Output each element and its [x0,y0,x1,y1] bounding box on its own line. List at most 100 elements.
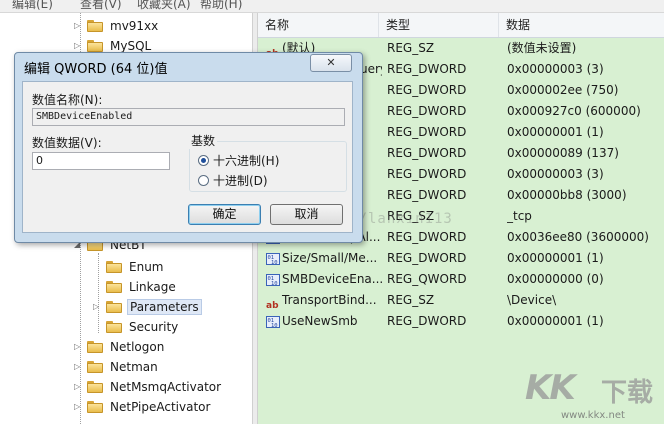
value-name-text: TransportBind... [282,293,377,307]
value-type-cell: REG_DWORD [387,251,467,265]
value-data-cell: 0x00000003 (3) [507,167,604,181]
value-data-cell: 0x000002ee (750) [507,83,619,97]
radio-dec-label: 十进制(D) [213,174,268,188]
radio-unselected-icon[interactable] [198,175,209,186]
dialog-body: 数值名称(N): SMBDeviceEnabled 数值数据(V): 0 基数 … [22,81,353,233]
value-name-text: Size/Small/Me... [282,251,378,265]
tree-item-label: NetMsmqActivator [110,380,222,394]
value-data-cell: 0x00000001 (1) [507,314,604,328]
value-type-cell: REG_DWORD [387,314,467,328]
folder-icon [106,281,122,293]
menu-favorites[interactable]: 收藏夹(A) [137,0,191,12]
column-header-name[interactable]: 名称 [258,13,379,37]
tree-item-mv91xx[interactable]: ▷ mv91xx [74,16,160,36]
value-type-cell: REG_DWORD [387,146,467,160]
dialog-title: 编辑 QWORD (64 位)值 [24,62,168,77]
svg-text:10: 10 [271,260,278,266]
expand-arrow-icon[interactable]: ▷ [74,41,84,51]
column-header-data[interactable]: 数据 [499,13,664,37]
svg-text:10: 10 [271,281,278,287]
folder-icon [87,341,103,353]
tree-item-netpipeactivator[interactable]: ▷ NetPipeActivator [74,397,212,417]
close-button[interactable]: ✕ [310,54,352,72]
binary-value-icon: 0110 [266,252,280,266]
expand-arrow-icon[interactable]: ▷ [74,342,84,352]
tree-item-label: Parameters [127,299,202,315]
value-name-cell: ab TransportBind... [266,290,382,311]
folder-icon [87,361,103,373]
close-icon: ✕ [326,56,336,69]
folder-icon [87,40,103,52]
value-type-cell: REG_QWORD [387,272,467,286]
value-type-cell: REG_DWORD [387,167,467,181]
list-row[interactable]: 01 10 UseNewSmb REG_DWORD 0x00000001 (1) [258,311,664,332]
menu-edit[interactable]: 编辑(E) [12,0,53,12]
tree-item-label: Netlogon [110,340,165,354]
open-folder-icon [106,301,122,313]
menubar: 编辑(E) 查看(V) 收藏夹(A) 帮助(H) [0,0,664,13]
menu-help[interactable]: 帮助(H) [200,0,242,12]
tree-item-label: mv91xx [110,19,159,33]
folder-icon [106,261,122,273]
tree-item-security[interactable]: Security [93,317,180,337]
tree-item-netman[interactable]: ▷ Netman [74,357,160,377]
menu-view[interactable]: 查看(V) [80,0,122,12]
tree-item-linkage[interactable]: Linkage [93,277,178,297]
ok-button[interactable]: 确定 [188,204,261,225]
value-data-cell: 0x00000001 (1) [507,251,604,265]
radio-hexadecimal[interactable]: 十六进制(H) [198,152,279,169]
value-type-cell: REG_DWORD [387,188,467,202]
list-row[interactable]: 01 10 SMBDeviceEna... REG_QWORD 0x00000000 (… [258,269,664,290]
tree-item-parameters[interactable]: ▷ Parameters [93,297,202,317]
tree-item-label: Linkage [129,280,176,294]
value-data-cell: (数值未设置) [507,41,577,55]
tree-item-label: Netman [110,360,158,374]
base-label: 基数 [189,132,218,149]
string-value-icon: ab [266,300,279,311]
dialog-titlebar[interactable]: 编辑 QWORD (64 位)值 ✕ [15,53,362,79]
value-name-cell: 01 10 UseNewSmb [266,311,382,332]
value-type-cell: REG_DWORD [387,230,467,244]
list-header: 名称 类型 数据 [258,13,664,38]
value-data-cell: 0x00000bb8 (3000) [507,188,627,202]
radio-selected-icon[interactable] [198,155,209,166]
expand-arrow-icon[interactable]: ▷ [93,302,103,312]
value-data-cell: 0x000927c0 (600000) [507,104,641,118]
expand-arrow-icon[interactable]: ▷ [74,21,84,31]
expand-arrow-icon[interactable]: ▷ [74,382,84,392]
value-data-cell: 0x00000000 (0) [507,272,604,286]
value-data-label: 数值数据(V): [32,136,102,150]
list-row[interactable]: 01 10 Size/Small/Me... REG_DWORD 0x00000001 … [258,248,664,269]
value-type-cell: REG_DWORD [387,83,467,97]
expand-arrow-icon[interactable]: ▷ [74,362,84,372]
radio-decimal[interactable]: 十进制(D) [198,172,268,189]
value-data-cell: _tcp [507,209,532,223]
tree-item-enum[interactable]: Enum [93,257,165,277]
value-data-cell: 0x0036ee80 (3600000) [507,230,649,244]
cancel-button[interactable]: 取消 [270,204,343,225]
list-row[interactable]: ab TransportBind... REG_SZ \Device\ [258,290,664,311]
edit-qword-dialog: 编辑 QWORD (64 位)值 ✕ 数值名称(N): SMBDeviceEna… [14,52,363,243]
value-data-cell: \Device\ [507,293,557,307]
logo-kk-text: KK [525,368,576,408]
value-type-cell: REG_SZ [387,293,435,307]
value-type-cell: REG_SZ [387,41,435,55]
logo-url: www.kkx.net [561,410,625,421]
value-type-cell: REG_DWORD [387,125,467,139]
folder-icon [87,401,103,413]
logo-cn-text: 下载 [601,378,654,408]
binary-value-icon: 0110 [266,315,280,329]
value-name-field[interactable]: SMBDeviceEnabled [32,108,345,126]
folder-icon [87,381,103,393]
folder-icon [87,20,103,32]
value-name-text: UseNewSmb [282,314,358,328]
value-name-text: SMBDeviceEna... [282,272,382,286]
tree-item-netlogon[interactable]: ▷ Netlogon [74,337,166,357]
column-header-type[interactable]: 类型 [379,13,499,37]
value-name-cell: 01 10 SMBDeviceEna... [266,269,382,290]
tree-item-netmsmqactivator[interactable]: ▷ NetMsmqActivator [74,377,223,397]
svg-text:10: 10 [271,323,278,329]
value-data-input[interactable]: 0 [32,152,170,170]
value-type-cell: REG_DWORD [387,104,467,118]
expand-arrow-icon[interactable]: ▷ [74,402,84,412]
